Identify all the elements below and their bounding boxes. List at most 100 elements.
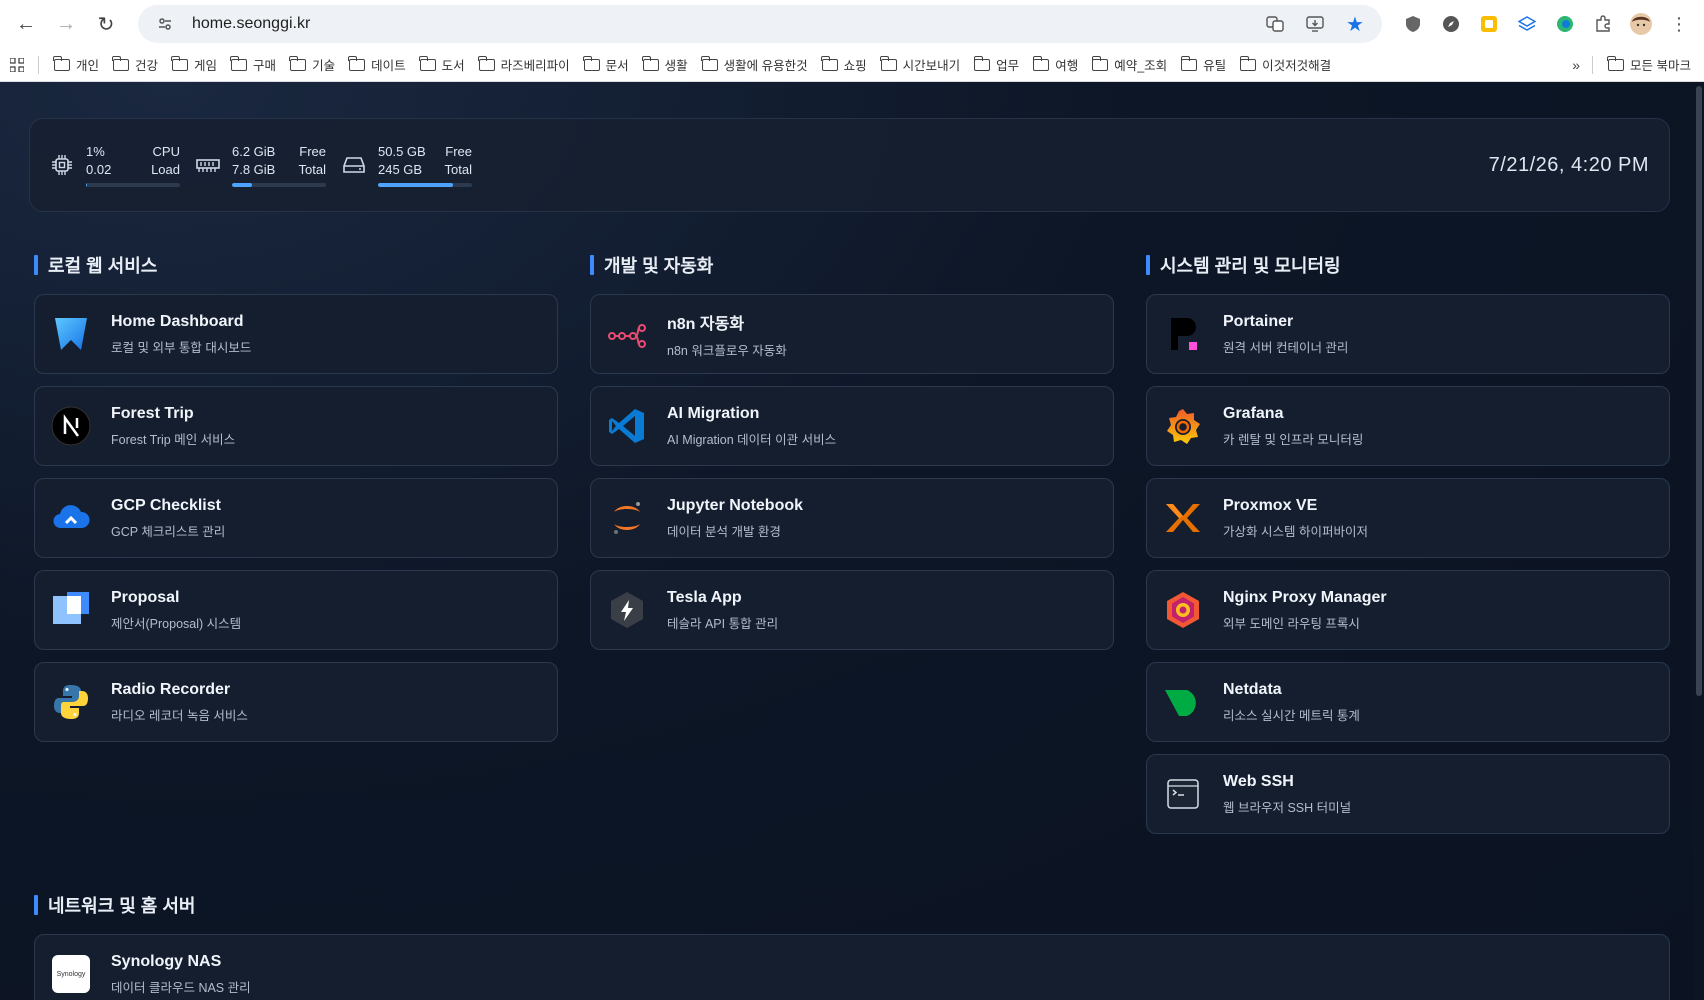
service-card-synology-nas[interactable]: Synology Synology NAS 데이터 클라우드 NAS 관리 <box>34 934 1670 1000</box>
bookmark-folder[interactable]: 도서 <box>413 52 472 78</box>
card-description: 라디오 레코더 녹음 서비스 <box>111 708 248 723</box>
bookmark-folder[interactable]: 예약_조회 <box>1085 52 1174 78</box>
section-system-monitoring: 시스템 관리 및 모니터링 Portainer 원격 서버 컨테이너 관리 Gra… <box>1146 252 1670 846</box>
homepage-icon <box>49 312 93 356</box>
all-bookmarks-folder[interactable]: 모든 북마크 <box>1601 52 1698 78</box>
bookmark-folder[interactable]: 시간보내기 <box>874 52 968 78</box>
lightning-hexagon-icon <box>605 588 649 632</box>
bookmark-folder[interactable]: 이것저것해결 <box>1233 52 1338 78</box>
section-accent-bar <box>1146 255 1150 275</box>
puzzle-extension-icon[interactable] <box>1586 7 1620 41</box>
bookmark-folder-label: 여행 <box>1055 59 1079 73</box>
forward-icon[interactable]: → <box>48 6 84 42</box>
service-card-proxmox[interactable]: Proxmox VE 가상화 시스템 하이퍼바이저 <box>1146 478 1670 558</box>
folder-icon <box>821 55 838 71</box>
back-icon[interactable]: ← <box>8 6 44 42</box>
bookmark-folder-label: 예약_조회 <box>1114 59 1168 73</box>
service-card-gcp-checklist[interactable]: GCP Checklist GCP 체크리스트 관리 <box>34 478 558 558</box>
bookmark-folder[interactable]: 데이트 <box>342 52 413 78</box>
system-stats-panel: 1% CPU 0.02 Load 6.2 GiB Free 7.8 GiB Total … <box>29 118 1670 212</box>
site-settings-icon[interactable] <box>152 11 178 37</box>
card-title: Radio Recorder <box>111 680 231 698</box>
squares-icon <box>49 588 93 632</box>
bookmark-star-icon[interactable]: ★ <box>1342 11 1368 37</box>
service-card-portainer[interactable]: Portainer 원격 서버 컨테이너 관리 <box>1146 294 1670 374</box>
nginx-proxy-manager-icon <box>1161 588 1205 632</box>
bookmark-folder[interactable]: 유틸 <box>1174 52 1233 78</box>
bookmark-folder[interactable]: 구매 <box>224 52 283 78</box>
profile-avatar[interactable] <box>1624 7 1658 41</box>
synology-icon: Synology <box>49 952 93 996</box>
cpu-usage-bar <box>86 183 180 187</box>
service-card-grafana[interactable]: Grafana 카 렌탈 및 인프라 모니터링 <box>1146 386 1670 466</box>
service-card-ai-migration[interactable]: AI Migration AI Migration 데이터 이관 서비스 <box>590 386 1114 466</box>
notes-extension-icon[interactable] <box>1472 7 1506 41</box>
apps-grid-icon[interactable] <box>6 57 28 72</box>
bookmark-folder-label: 시간보내기 <box>902 59 961 73</box>
bookmark-folder[interactable]: 라즈베리파이 <box>472 52 577 78</box>
service-card-netdata[interactable]: Netdata 리소스 실시간 메트릭 통계 <box>1146 662 1670 742</box>
reload-icon[interactable]: ↻ <box>88 6 124 42</box>
card-title: Tesla App <box>667 588 742 606</box>
folder-icon <box>1239 55 1257 71</box>
card-title: Home Dashboard <box>111 312 244 330</box>
bookmark-folder[interactable]: 기술 <box>283 52 342 78</box>
card-title: Portainer <box>1223 312 1294 330</box>
memory-total-value: 7.8 GiB <box>232 162 276 177</box>
cpu-label: CPU <box>152 144 180 159</box>
bookmark-folder[interactable]: 쇼핑 <box>815 52 874 78</box>
bookmark-folder-label: 업무 <box>996 59 1020 73</box>
compass-extension-icon[interactable] <box>1434 7 1468 41</box>
shield-extension-icon[interactable] <box>1396 7 1430 41</box>
service-card-tesla-app[interactable]: Tesla App 테슬라 API 통합 관리 <box>590 570 1114 650</box>
service-card-home-dashboard[interactable]: Home Dashboard 로컬 및 외부 통합 대시보드 <box>34 294 558 374</box>
translate-icon[interactable] <box>1262 11 1288 37</box>
card-description: 가상화 시스템 하이퍼바이저 <box>1223 524 1368 539</box>
service-card-radio-recorder[interactable]: Radio Recorder 라디오 레코더 녹음 서비스 <box>34 662 558 742</box>
cloud-icon <box>49 496 93 540</box>
folder-icon <box>1032 55 1050 71</box>
service-card-nginx-proxy-manager[interactable]: Nginx Proxy Manager 외부 도메인 라우팅 프록시 <box>1146 570 1670 650</box>
install-app-icon[interactable] <box>1302 11 1328 37</box>
folder-icon <box>1180 55 1198 71</box>
card-title: Netdata <box>1223 680 1282 698</box>
service-card-forest-trip[interactable]: Forest Trip Forest Trip 메인 서비스 <box>34 386 558 466</box>
memory-usage-bar <box>232 183 326 187</box>
bookmark-folder-label: 이것저것해결 <box>1262 59 1332 73</box>
folder-icon <box>880 55 897 71</box>
bookmark-folder[interactable]: 건강 <box>106 52 165 78</box>
service-card-jupyter[interactable]: Jupyter Notebook 데이터 분석 개발 환경 <box>590 478 1114 558</box>
scrollbar-thumb[interactable] <box>1696 86 1702 696</box>
card-title: AI Migration <box>667 404 760 422</box>
address-bar[interactable]: home.seonggi.kr ★ <box>138 5 1382 43</box>
cpu-percent: 1% <box>86 144 105 159</box>
n8n-icon <box>605 312 649 356</box>
bookmark-folder[interactable]: 여행 <box>1026 52 1085 78</box>
bookmark-folder[interactable]: 게임 <box>165 52 224 78</box>
card-title: Web SSH <box>1223 772 1294 790</box>
service-card-n8n[interactable]: n8n 자동화 n8n 워크플로우 자동화 <box>590 294 1114 374</box>
bookmark-folder-label: 생활에 유용한것 <box>723 59 808 73</box>
section-accent-bar <box>590 255 594 275</box>
card-title: Grafana <box>1223 404 1284 422</box>
service-card-proposal[interactable]: Proposal 제안서(Proposal) 시스템 <box>34 570 558 650</box>
bookmark-folder[interactable]: 생활 <box>636 52 695 78</box>
synology-logo: Synology <box>52 955 90 993</box>
bookmark-folder[interactable]: 업무 <box>967 52 1026 78</box>
card-title: n8n 자동화 <box>667 315 745 333</box>
bookmark-folder[interactable]: 생활에 유용한것 <box>695 52 815 78</box>
bookmark-folder[interactable]: 개인 <box>47 52 106 78</box>
more-bookmarks-chevron[interactable]: » <box>1560 57 1592 73</box>
url-text[interactable]: home.seonggi.kr <box>192 15 1248 33</box>
all-bookmarks-label: 모든 북마크 <box>1630 59 1691 73</box>
edge-extension-icon[interactable] <box>1548 7 1582 41</box>
layers-extension-icon[interactable] <box>1510 7 1544 41</box>
total-label: Total <box>298 162 326 177</box>
proxmox-icon <box>1161 496 1205 540</box>
section-accent-bar <box>34 255 38 275</box>
scrollbar[interactable] <box>1694 82 1704 1000</box>
service-card-web-ssh[interactable]: Web SSH 웹 브라우저 SSH 터미널 <box>1146 754 1670 834</box>
bookmark-folder[interactable]: 문서 <box>577 52 636 78</box>
folder-icon <box>1091 55 1109 71</box>
menu-icon[interactable]: ⋮ <box>1662 7 1696 41</box>
